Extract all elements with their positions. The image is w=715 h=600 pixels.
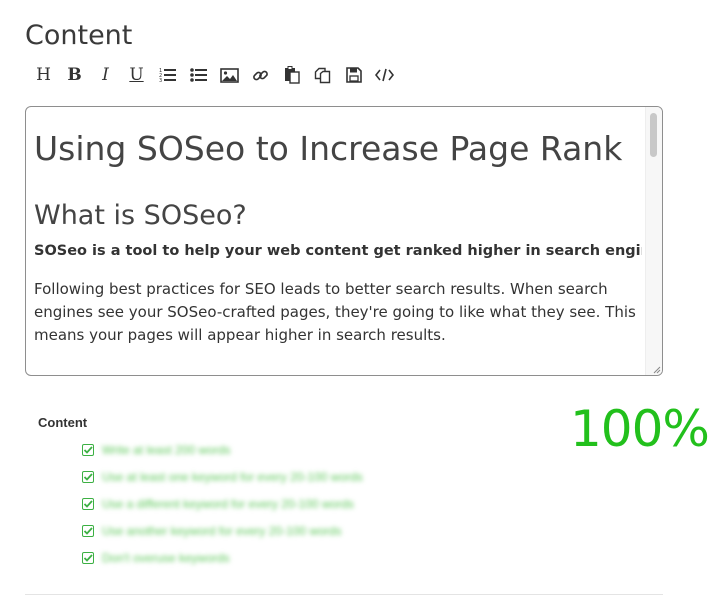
section-title: Content	[25, 20, 133, 51]
list-item: Don't overuse keywords	[82, 544, 363, 571]
checkbox-checked-icon	[82, 470, 94, 483]
content-editor[interactable]: Using SOSeo to Increase Page Rank What i…	[25, 106, 663, 376]
underline-button[interactable]: U	[124, 64, 149, 86]
check-text: Use a different keyword for every 20-100…	[102, 496, 354, 511]
checkbox-checked-icon	[82, 497, 94, 510]
checkbox-checked-icon	[82, 524, 94, 537]
content-checklist: Write at least 200 words Use at least on…	[82, 436, 363, 571]
paste-button[interactable]	[279, 64, 304, 86]
list-item: Use at least one keyword for every 20-10…	[82, 463, 363, 490]
check-text: Write at least 200 words	[102, 442, 231, 457]
check-text: Use another keyword for every 20-100 wor…	[102, 523, 342, 538]
divider	[25, 594, 663, 595]
ordered-list-button[interactable]: 1 2 3	[155, 64, 180, 86]
save-button[interactable]	[341, 64, 366, 86]
ordered-list-icon: 1 2 3	[159, 68, 176, 83]
checkbox-checked-icon	[82, 551, 94, 564]
list-item: Use a different keyword for every 20-100…	[82, 490, 363, 517]
list-item: Write at least 200 words	[82, 436, 363, 463]
heading-button[interactable]: H	[31, 64, 56, 86]
check-text: Don't overuse keywords	[102, 550, 230, 565]
scrollbar-thumb[interactable]	[650, 113, 657, 157]
resize-grip-icon[interactable]	[651, 364, 661, 374]
copy-icon	[314, 67, 331, 83]
code-icon	[375, 68, 394, 82]
paste-icon	[284, 66, 300, 84]
copy-button[interactable]	[310, 64, 335, 86]
editor-toolbar: H B I U 1 2 3	[31, 63, 397, 87]
editor-lead-paragraph: SOSeo is a tool to help your web content…	[34, 243, 642, 259]
italic-button[interactable]: I	[93, 64, 118, 86]
content-score: 100%	[570, 400, 710, 458]
code-button[interactable]	[372, 64, 397, 86]
unordered-list-icon	[189, 68, 207, 82]
analysis-label: Content	[38, 415, 88, 430]
svg-text:3: 3	[159, 78, 162, 83]
editor-heading-2: What is SOSeo?	[34, 200, 247, 231]
save-icon	[345, 67, 362, 83]
editor-scrollbar[interactable]	[645, 107, 662, 375]
editor-content-area[interactable]: Using SOSeo to Increase Page Rank What i…	[34, 107, 642, 375]
editor-heading-1: Using SOSeo to Increase Page Rank	[34, 129, 623, 168]
editor-paragraph: Following best practices for SEO leads t…	[34, 280, 636, 344]
link-icon	[253, 70, 268, 80]
list-item: Use another keyword for every 20-100 wor…	[82, 517, 363, 544]
image-button[interactable]	[217, 64, 242, 86]
check-text: Use at least one keyword for every 20-10…	[102, 469, 363, 484]
unordered-list-button[interactable]	[186, 64, 211, 86]
link-button[interactable]	[248, 64, 273, 86]
image-icon	[220, 67, 239, 83]
bold-button[interactable]: B	[62, 64, 87, 86]
checkbox-checked-icon	[82, 443, 94, 456]
